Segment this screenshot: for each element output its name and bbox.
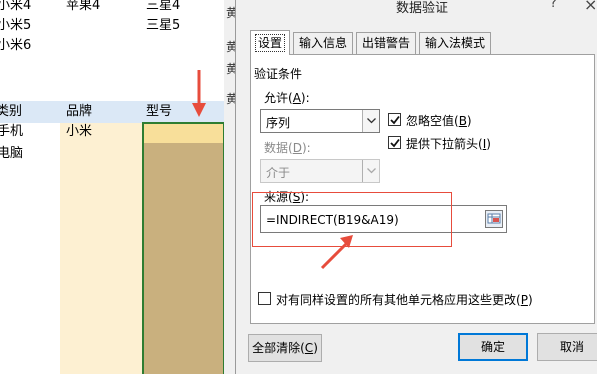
data-validation-dialog: 数据验证 ? × 设置 输入信息 出错警告 输入法模式 验证条件 允许(A): … xyxy=(235,0,597,374)
cell-a1[interactable]: 小米4 xyxy=(0,0,31,14)
hidden-cell-text: 黄 xyxy=(226,6,235,20)
hidden-cell-text: 黄 xyxy=(226,62,235,76)
checkbox-unchecked-icon[interactable] xyxy=(258,292,271,305)
tab-settings[interactable]: 设置 xyxy=(250,30,290,55)
tab-settings-label: 设置 xyxy=(254,34,285,52)
hidden-column-strip xyxy=(224,0,235,374)
cell-a2[interactable]: 小米5 xyxy=(0,18,31,34)
checkbox-checked-icon[interactable] xyxy=(388,136,401,149)
cell-category-computer[interactable]: 电脑 xyxy=(0,146,23,162)
tab-ime-mode-label: 输入法模式 xyxy=(424,36,485,50)
cell-b1[interactable]: 苹果4 xyxy=(66,0,100,14)
cell-category-phone[interactable]: 手机 xyxy=(0,124,23,140)
cell-brand-xiaomi[interactable]: 小米 xyxy=(66,124,92,140)
ok-button[interactable]: 确定 xyxy=(458,333,528,361)
tab-input-message-label: 输入信息 xyxy=(298,36,347,50)
dialog-title: 数据验证 xyxy=(396,1,449,16)
allow-value: 序列 xyxy=(266,116,291,130)
allow-label: 允许(A): xyxy=(264,91,310,105)
header-model[interactable]: 型号 xyxy=(146,104,172,120)
chevron-down-icon xyxy=(362,160,379,182)
cancel-button[interactable]: 取消 xyxy=(537,333,597,361)
cell-a3[interactable]: 小米6 xyxy=(0,38,31,54)
data-dropdown: 介于 xyxy=(260,159,380,183)
title-bar[interactable]: 数据验证 ? × xyxy=(236,0,597,16)
annotation-highlight-box xyxy=(252,192,452,247)
checkbox-checked-icon[interactable] xyxy=(388,113,401,126)
in-cell-dropdown-label: 提供下拉箭头(I) xyxy=(406,137,491,151)
cell-c2[interactable]: 三星5 xyxy=(146,18,180,34)
tab-ime-mode[interactable]: 输入法模式 xyxy=(419,32,491,54)
close-icon[interactable]: × xyxy=(584,0,597,14)
ignore-blank-label: 忽略空值(B) xyxy=(406,114,472,128)
hidden-cell-text: 黄 xyxy=(226,40,235,54)
help-button[interactable]: ? xyxy=(550,0,557,11)
tab-input-message[interactable]: 输入信息 xyxy=(293,32,353,54)
header-brand[interactable]: 品牌 xyxy=(66,104,92,120)
tab-error-alert-label: 出错警告 xyxy=(361,36,410,50)
validation-criteria-label: 验证条件 xyxy=(254,67,303,81)
cell-c1[interactable]: 三星4 xyxy=(146,0,180,14)
apply-to-all-label: 对有同样设置的所有其他单元格应用这些更改(P) xyxy=(276,293,533,307)
selection-border xyxy=(142,122,225,374)
data-label: 数据(D): xyxy=(264,141,311,155)
clear-all-button[interactable]: 全部清除(C) xyxy=(248,334,322,362)
spreadsheet: 小米4 苹果4 三星4 小米5 三星5 小米6 类别 品牌 型号 手机 小米 电… xyxy=(0,0,235,374)
header-category[interactable]: 类别 xyxy=(0,104,22,120)
allow-dropdown[interactable]: 序列 xyxy=(260,109,380,133)
hidden-cell-text: 黄 xyxy=(226,92,235,106)
range-select-icon[interactable] xyxy=(485,210,503,228)
tab-error-alert[interactable]: 出错警告 xyxy=(356,32,416,54)
brand-column-fill xyxy=(60,123,142,374)
header-row xyxy=(0,101,235,123)
chevron-down-icon[interactable] xyxy=(362,110,379,132)
data-value: 介于 xyxy=(266,166,291,180)
